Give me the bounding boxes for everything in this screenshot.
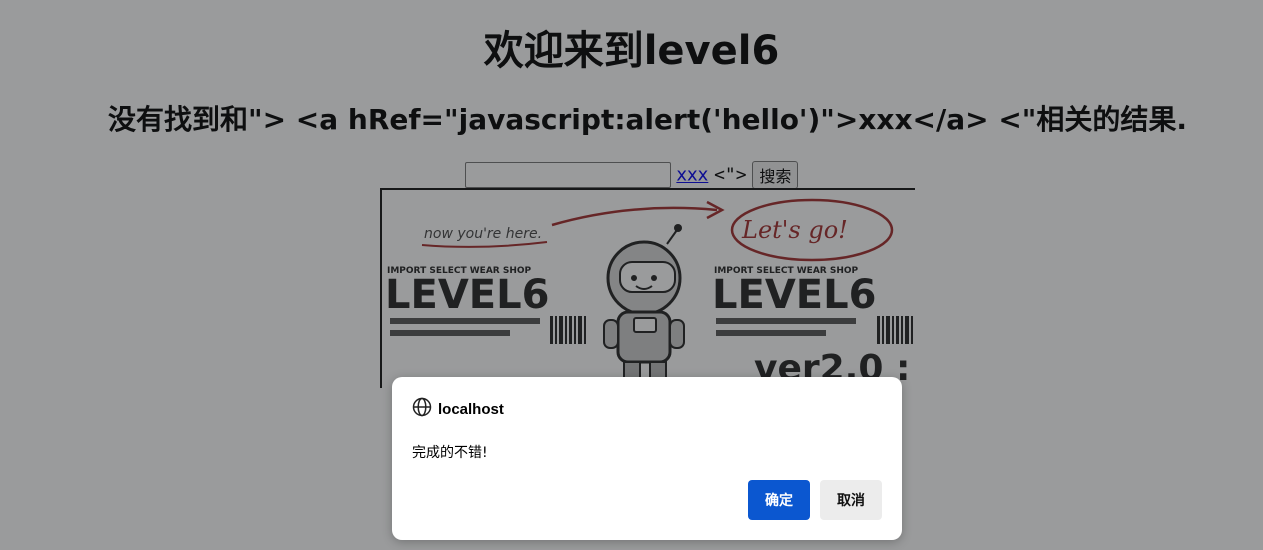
- dialog-header: localhost: [412, 397, 504, 421]
- cancel-button[interactable]: 取消: [820, 480, 882, 520]
- dialog-host: localhost: [438, 400, 504, 418]
- ok-button[interactable]: 确定: [748, 480, 810, 520]
- alert-dialog: localhost 完成的不错! 确定 取消: [392, 377, 902, 540]
- globe-icon: [412, 397, 438, 421]
- dialog-message: 完成的不错!: [412, 445, 488, 461]
